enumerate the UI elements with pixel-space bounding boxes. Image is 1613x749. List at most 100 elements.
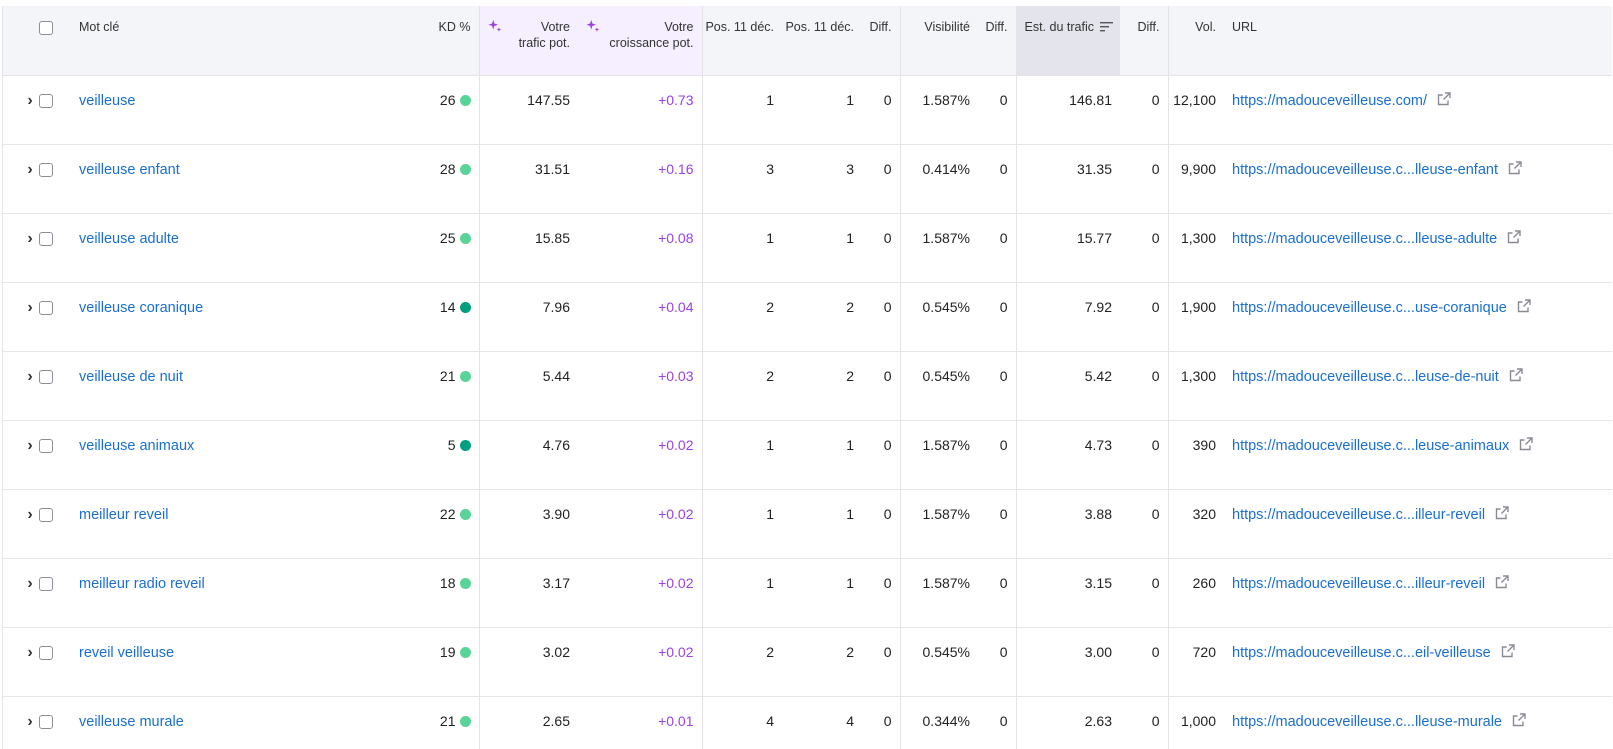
keyword-link[interactable]: veilleuse xyxy=(79,93,135,109)
row-checkbox[interactable] xyxy=(39,577,53,592)
header-kd[interactable]: KD % xyxy=(413,6,480,76)
volume-value: 1,300 xyxy=(1180,368,1216,384)
external-link-icon[interactable] xyxy=(1495,575,1509,589)
chevron-right-icon[interactable]: › xyxy=(23,438,37,454)
url-link[interactable]: https://madouceveilleuse.c...lleuse-mura… xyxy=(1232,714,1502,730)
external-link-icon[interactable] xyxy=(1509,368,1523,382)
external-link-icon[interactable] xyxy=(1507,230,1521,244)
visibility-value: 0.545% xyxy=(922,299,970,315)
header-diff-traffic[interactable]: Diff. xyxy=(1120,6,1169,76)
table-row[interactable]: › veilleuse murale 21 2.65 +0.01 4 4 0 0… xyxy=(3,696,1612,749)
chevron-right-icon[interactable]: › xyxy=(23,645,37,661)
url-cell: https://madouceveilleuse.c...illeur-reve… xyxy=(1224,558,1612,628)
external-link-icon[interactable] xyxy=(1519,437,1533,451)
visibility-cell: 1.587% xyxy=(900,75,978,145)
kd-value: 21 xyxy=(439,713,456,729)
table-row[interactable]: › meilleur reveil 22 3.90 +0.02 1 1 0 1.… xyxy=(3,489,1612,559)
table-row[interactable]: › meilleur radio reveil 18 3.17 +0.02 1 … xyxy=(3,558,1612,628)
keyword-cell: veilleuse murale xyxy=(71,696,413,749)
table-row[interactable]: › veilleuse adulte 25 15.85 +0.08 1 1 0 … xyxy=(3,213,1612,283)
header-position-b[interactable]: Pos. 11 déc. xyxy=(782,6,862,76)
header-traffic[interactable]: Est. du trafic xyxy=(1016,6,1120,76)
row-checkbox[interactable] xyxy=(39,163,53,178)
external-link-icon[interactable] xyxy=(1495,506,1509,520)
row-checkbox[interactable] xyxy=(39,715,53,730)
url-link[interactable]: https://madouceveilleuse.c...illeur-reve… xyxy=(1232,507,1485,523)
row-checkbox[interactable] xyxy=(39,439,53,454)
row-checkbox[interactable] xyxy=(39,94,53,109)
url-link[interactable]: https://madouceveilleuse.c...leuse-de-nu… xyxy=(1232,369,1499,385)
url-link[interactable]: https://madouceveilleuse.c...use-coraniq… xyxy=(1232,300,1507,316)
url-link[interactable]: https://madouceveilleuse.c...lleuse-enfa… xyxy=(1232,162,1498,178)
position-a-value: 2 xyxy=(766,368,774,384)
volume-value: 720 xyxy=(1192,644,1216,660)
volume-cell: 1,300 xyxy=(1168,351,1224,421)
row-checkbox[interactable] xyxy=(39,508,53,523)
header-kd-label: KD % xyxy=(438,20,471,34)
header-position-a[interactable]: Pos. 11 déc. xyxy=(702,6,782,76)
traffic-cell: 3.15 xyxy=(1016,558,1120,628)
traffic-cell: 4.73 xyxy=(1016,420,1120,490)
diff-traffic-cell: 0 xyxy=(1120,627,1169,697)
header-diff-position[interactable]: Diff. xyxy=(862,6,901,76)
kd-value: 25 xyxy=(439,230,456,246)
header-url[interactable]: URL xyxy=(1224,6,1612,76)
kd-indicator-dot xyxy=(459,95,471,106)
table-row[interactable]: › veilleuse de nuit 21 5.44 +0.03 2 2 0 … xyxy=(3,351,1612,421)
row-checkbox[interactable] xyxy=(39,370,53,385)
keyword-link[interactable]: meilleur radio reveil xyxy=(79,576,205,592)
traffic-cell: 15.77 xyxy=(1016,213,1120,283)
keyword-link[interactable]: veilleuse animaux xyxy=(79,438,194,454)
table-row[interactable]: › veilleuse 26 147.55 +0.73 1 1 0 1.587%… xyxy=(3,75,1612,145)
diff-visibility-value: 0 xyxy=(999,368,1008,384)
chevron-right-icon[interactable]: › xyxy=(23,369,37,385)
volume-value: 1,000 xyxy=(1180,713,1216,729)
external-link-icon[interactable] xyxy=(1512,713,1526,727)
row-checkbox[interactable] xyxy=(39,646,53,661)
external-link-icon[interactable] xyxy=(1508,161,1522,175)
external-link-icon[interactable] xyxy=(1437,92,1451,106)
select-all-checkbox[interactable] xyxy=(39,20,53,35)
volume-cell: 1,000 xyxy=(1168,696,1224,749)
potential-growth-value: +0.02 xyxy=(658,437,694,453)
potential-traffic-value: 5.44 xyxy=(542,368,570,384)
table-row[interactable]: › veilleuse animaux 5 4.76 +0.02 1 1 0 1… xyxy=(3,420,1612,490)
header-visibility[interactable]: Visibilité xyxy=(900,6,978,76)
url-link[interactable]: https://madouceveilleuse.c...leuse-anima… xyxy=(1232,438,1509,454)
header-potential-growth[interactable]: Votre croissance pot. xyxy=(578,6,703,76)
keyword-link[interactable]: reveil veilleuse xyxy=(79,645,174,661)
chevron-right-icon[interactable]: › xyxy=(23,507,37,523)
header-potential-traffic[interactable]: Votre trafic pot. xyxy=(479,6,578,76)
external-link-icon[interactable] xyxy=(1517,299,1531,313)
table-row[interactable]: › veilleuse coranique 14 7.96 +0.04 2 2 … xyxy=(3,282,1612,352)
row-checkbox[interactable] xyxy=(39,301,53,316)
url-link[interactable]: https://madouceveilleuse.c...eil-veilleu… xyxy=(1232,645,1491,661)
keyword-link[interactable]: veilleuse adulte xyxy=(79,231,179,247)
volume-cell: 9,900 xyxy=(1168,144,1224,214)
header-volume[interactable]: Vol. xyxy=(1168,6,1224,76)
keyword-link[interactable]: veilleuse murale xyxy=(79,714,184,730)
table-row[interactable]: › veilleuse enfant 28 31.51 +0.16 3 3 0 … xyxy=(3,144,1612,214)
diff-traffic-value: 0 xyxy=(1151,368,1160,384)
chevron-right-icon[interactable]: › xyxy=(23,93,37,109)
url-link[interactable]: https://madouceveilleuse.c...illeur-reve… xyxy=(1232,576,1485,592)
keyword-link[interactable]: veilleuse enfant xyxy=(79,162,180,178)
header-keyword[interactable]: Mot clé xyxy=(71,6,413,76)
url-link[interactable]: https://madouceveilleuse.com/ xyxy=(1232,93,1427,109)
position-b-cell: 1 xyxy=(782,489,862,559)
chevron-right-icon[interactable]: › xyxy=(23,231,37,247)
header-diff-visibility[interactable]: Diff. xyxy=(978,6,1017,76)
chevron-right-icon[interactable]: › xyxy=(23,300,37,316)
table-row[interactable]: › reveil veilleuse 19 3.02 +0.02 2 2 0 0… xyxy=(3,627,1612,697)
sort-descending-icon[interactable] xyxy=(1100,21,1114,32)
row-checkbox[interactable] xyxy=(39,232,53,247)
chevron-right-icon[interactable]: › xyxy=(23,162,37,178)
keyword-link[interactable]: veilleuse coranique xyxy=(79,300,203,316)
url-link[interactable]: https://madouceveilleuse.c...lleuse-adul… xyxy=(1232,231,1497,247)
chevron-right-icon[interactable]: › xyxy=(23,714,37,730)
keyword-link[interactable]: veilleuse de nuit xyxy=(79,369,183,385)
external-link-icon[interactable] xyxy=(1501,644,1515,658)
chevron-right-icon[interactable]: › xyxy=(23,576,37,592)
table-header-row: Mot clé KD % Votre trafic pot. Votre cro… xyxy=(3,6,1612,76)
keyword-link[interactable]: meilleur reveil xyxy=(79,507,168,523)
